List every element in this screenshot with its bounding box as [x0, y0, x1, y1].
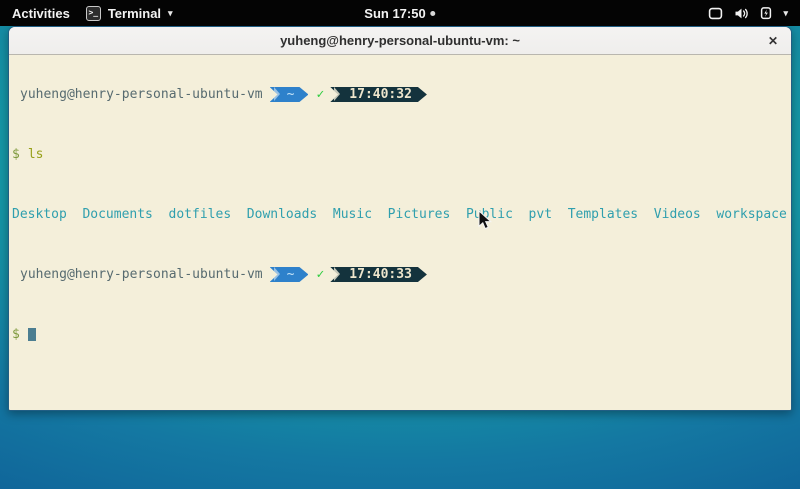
display-icon [708, 7, 723, 20]
terminal-content[interactable]: yuheng@henry-personal-ubuntu-vm ~ ✓ 17:4… [9, 55, 791, 410]
success-check-icon: ✓ [316, 267, 324, 282]
powerline-chevron-icon [274, 267, 280, 281]
prompt-char: $ [12, 327, 20, 342]
ls-output: Desktop Documents dotfiles Downloads Mus… [12, 207, 788, 222]
typed-command: ls [28, 147, 44, 162]
terminal-app-icon: >_ [86, 6, 101, 21]
powerline-path-segment: ~ [270, 267, 309, 282]
terminal-cursor [28, 328, 36, 341]
volume-icon [734, 7, 749, 20]
powerline-chevron-icon [334, 267, 340, 281]
top-bar: Activities >_ Terminal ▾ Sun 17:50 [0, 0, 800, 26]
prompt-path: ~ [287, 87, 295, 102]
prompt-time: 17:40:33 [349, 267, 412, 282]
prompt-user-host: yuheng@henry-personal-ubuntu-vm [20, 267, 263, 282]
mouse-pointer-icon [478, 210, 493, 236]
prompt-char: $ [12, 147, 20, 162]
terminal-window: yuheng@henry-personal-ubuntu-vm: ~ ✕ yuh… [8, 26, 792, 411]
clock-button[interactable]: Sun 17:50 [364, 0, 435, 26]
prompt-line-1: yuheng@henry-personal-ubuntu-vm ~ ✓ 17:4… [12, 87, 788, 102]
clock-label: Sun 17:50 [364, 6, 425, 21]
window-title: yuheng@henry-personal-ubuntu-vm: ~ [280, 33, 520, 48]
battery-charging-icon [760, 6, 772, 20]
powerline-time-segment: 17:40:32 [330, 87, 427, 102]
prompt-user-host: yuheng@henry-personal-ubuntu-vm [20, 87, 263, 102]
prompt-path: ~ [287, 267, 295, 282]
success-check-icon: ✓ [316, 87, 324, 102]
powerline-path-segment: ~ [270, 87, 309, 102]
current-input-line[interactable]: $ [12, 327, 788, 342]
desktop: Activities >_ Terminal ▾ Sun 17:50 [0, 0, 800, 489]
notification-dot-icon [431, 11, 436, 16]
window-titlebar[interactable]: yuheng@henry-personal-ubuntu-vm: ~ ✕ [9, 27, 791, 55]
focused-app-label: Terminal [108, 6, 161, 21]
focused-app-menu[interactable]: >_ Terminal ▾ [86, 6, 173, 21]
chevron-down-icon: ▾ [783, 9, 788, 18]
powerline-chevron-icon [274, 87, 280, 101]
prompt-time: 17:40:32 [349, 87, 412, 102]
prompt-line-2: yuheng@henry-personal-ubuntu-vm ~ ✓ 17:4… [12, 267, 788, 282]
powerline-chevron-icon [334, 87, 340, 101]
command-line: $ ls [12, 147, 788, 162]
powerline-time-segment: 17:40:33 [330, 267, 427, 282]
close-button[interactable]: ✕ [768, 35, 778, 47]
chevron-down-icon: ▾ [168, 9, 173, 18]
activities-button[interactable]: Activities [12, 6, 70, 21]
system-status-menu[interactable]: ▾ [704, 0, 792, 26]
